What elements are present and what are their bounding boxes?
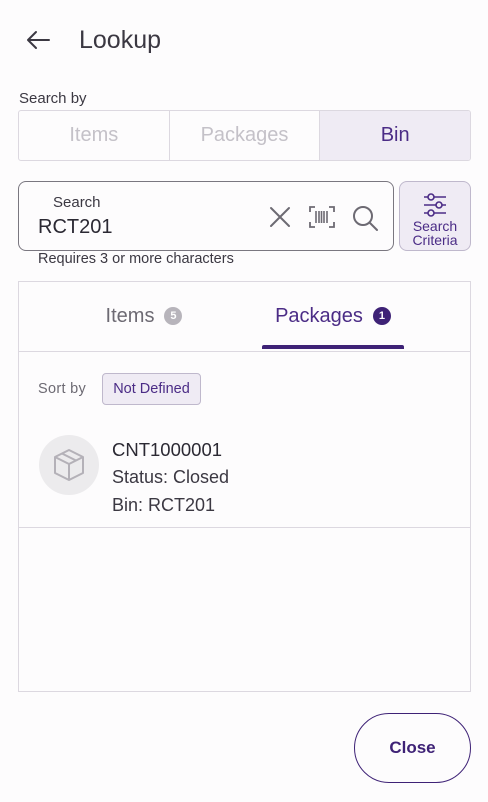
search-by-packages-option[interactable]: Packages (170, 111, 321, 160)
tab-packages[interactable]: Packages 1 (262, 282, 404, 350)
tab-packages-count-badge: 1 (372, 307, 391, 325)
search-by-bin-option[interactable]: Bin (320, 111, 470, 160)
search-criteria-button[interactable]: Search Criteria (399, 181, 471, 251)
search-button[interactable] (349, 202, 381, 234)
close-button[interactable]: Close (354, 713, 471, 783)
sliders-icon (424, 193, 446, 217)
sort-by-chip[interactable]: Not Defined (102, 373, 201, 405)
search-field-label: Search (53, 194, 101, 211)
search-criteria-label-1: Search (412, 218, 458, 234)
back-button[interactable] (22, 24, 54, 56)
tab-items-label: Items (105, 304, 155, 327)
results-tabs: Items 5 Packages 1 (19, 282, 470, 352)
page-title: Lookup (79, 26, 162, 54)
clear-search-button[interactable] (265, 202, 295, 232)
avatar (39, 435, 99, 495)
tab-items-count-badge: 5 (164, 307, 183, 325)
list-item[interactable]: CNT1000001 Status: Closed Bin: RCT201 (19, 422, 470, 528)
search-by-segmented-control: Items Packages Bin (18, 110, 471, 161)
search-by-items-option[interactable]: Items (19, 111, 170, 160)
sort-by-label: Sort by (38, 381, 87, 397)
barcode-icon (309, 206, 335, 228)
results-panel: Items 5 Packages 1 Sort by Not Defined C… (18, 281, 471, 692)
package-id: CNT1000001 (112, 439, 223, 460)
search-hint: Requires 3 or more characters (38, 251, 234, 267)
arrow-left-icon (27, 31, 50, 49)
package-status: Status: Closed (112, 467, 230, 487)
tab-packages-label: Packages (275, 304, 363, 327)
package-box-icon (54, 449, 84, 481)
search-criteria-label-2: Criteria (412, 232, 458, 248)
close-icon (270, 207, 290, 227)
search-input[interactable] (38, 214, 258, 240)
tab-items[interactable]: Items 5 (79, 282, 209, 350)
search-icon (353, 206, 378, 231)
header: Lookup (0, 0, 488, 80)
active-tab-indicator (262, 345, 404, 349)
package-bin: Bin: RCT201 (112, 495, 216, 515)
search-field: Search (18, 181, 394, 251)
scan-barcode-button[interactable] (307, 202, 337, 232)
search-by-label: Search by (19, 90, 87, 107)
